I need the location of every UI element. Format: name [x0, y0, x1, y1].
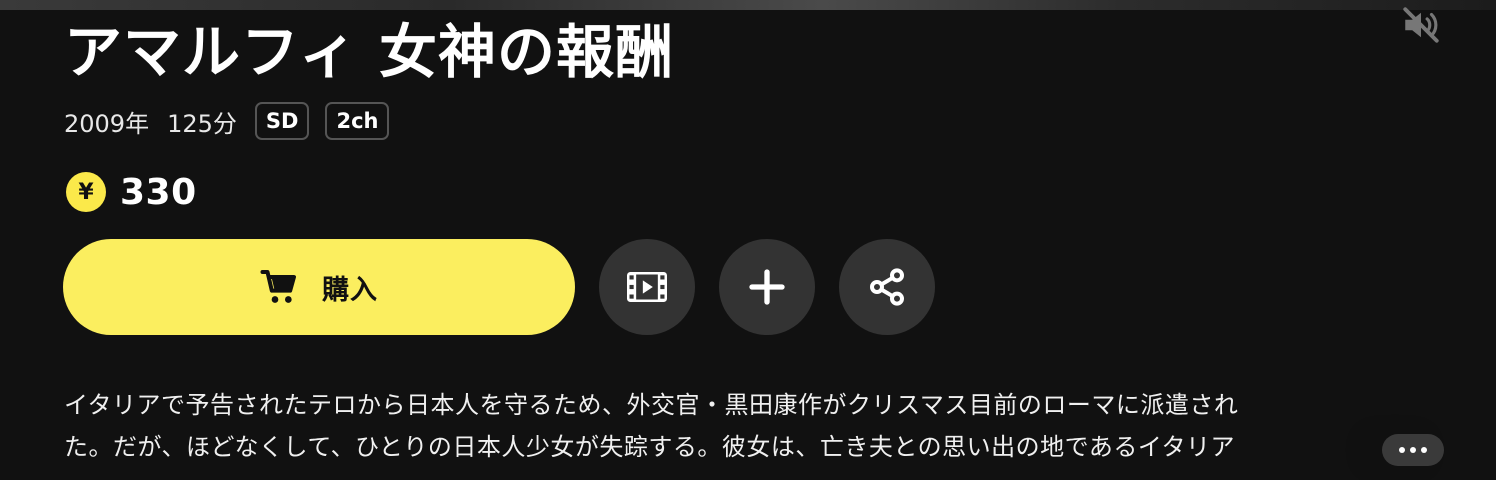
trailer-button[interactable] [599, 239, 695, 335]
film-play-icon [627, 272, 667, 302]
page-title: アマルフィ 女神の報酬 [64, 18, 675, 86]
meta-row: 2009年 125分 SD 2ch [64, 100, 405, 142]
cart-icon [260, 267, 300, 307]
title-detail-page: アマルフィ 女神の報酬 2009年 125分 SD 2ch ¥ 330 購入 イ… [0, 0, 1496, 480]
release-year: 2009年 [64, 109, 150, 138]
share-icon [870, 268, 904, 306]
synopsis-line: た。だが、ほどなくして、ひとりの日本人少女が失踪する。彼女は、亡き夫との思い出の… [64, 433, 1235, 461]
share-button[interactable] [839, 239, 935, 335]
hero-image-edge [0, 0, 1496, 10]
quality-badge: SD [254, 102, 310, 140]
speaker-muted-icon [1403, 7, 1439, 43]
synopsis: イタリアで予告されたテロから日本人を守るため、外交官・黒田康作がクリスマス目前の… [64, 384, 1424, 468]
mute-button[interactable] [1398, 2, 1444, 48]
runtime: 125分 [167, 109, 237, 138]
expand-synopsis-button[interactable] [1382, 434, 1444, 466]
yen-coin-icon: ¥ [66, 172, 106, 212]
plus-icon [749, 269, 785, 305]
price-row: ¥ 330 [66, 170, 197, 214]
synopsis-line: イタリアで予告されたテロから日本人を守るため、外交官・黒田康作がクリスマス目前の… [64, 391, 1239, 419]
audio-badge: 2ch [325, 102, 390, 140]
price-amount: 330 [120, 171, 197, 213]
ellipsis-icon [1399, 447, 1405, 453]
add-to-list-button[interactable] [719, 239, 815, 335]
buy-button-label: 購入 [322, 274, 378, 306]
buy-button[interactable]: 購入 [63, 239, 575, 335]
